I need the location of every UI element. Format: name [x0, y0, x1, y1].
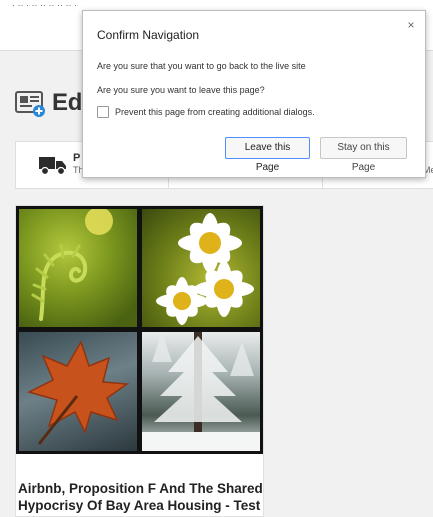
daisy-image: [142, 209, 260, 327]
stay-on-page-button[interactable]: Stay on this Page: [320, 137, 407, 173]
article-card[interactable]: Airbnb, Proposition F And The Shared Hyp…: [15, 205, 264, 517]
prevent-dialogs-checkbox[interactable]: [97, 106, 109, 118]
fern-image: [19, 209, 137, 327]
top-bar-cut-text: · ·· · ·· ·· ·· ·· ·· ·: [12, 0, 77, 8]
prevent-dialogs-label[interactable]: Prevent this page from creating addition…: [115, 107, 315, 117]
dialog-question: Are you sure you want to leave this page…: [97, 85, 265, 95]
leave-page-button[interactable]: Leave this Page: [225, 137, 310, 173]
confirm-navigation-dialog: Confirm Navigation × Are you sure that y…: [82, 10, 426, 178]
article-image: [16, 206, 263, 454]
edit-article-icon: [15, 91, 45, 117]
dialog-title: Confirm Navigation: [97, 28, 200, 42]
dialog-message: Are you sure that you want to go back to…: [97, 61, 306, 71]
snowy-tree-image: [142, 332, 260, 451]
article-title[interactable]: Airbnb, Proposition F And The Shared Hyp…: [16, 480, 267, 514]
tab-title[interactable]: P: [73, 152, 80, 164]
truck-icon: [39, 157, 66, 176]
prevent-dialogs-option[interactable]: Prevent this page from creating addition…: [97, 106, 315, 118]
close-icon[interactable]: ×: [405, 19, 417, 31]
maple-leaf-image: [19, 332, 137, 451]
